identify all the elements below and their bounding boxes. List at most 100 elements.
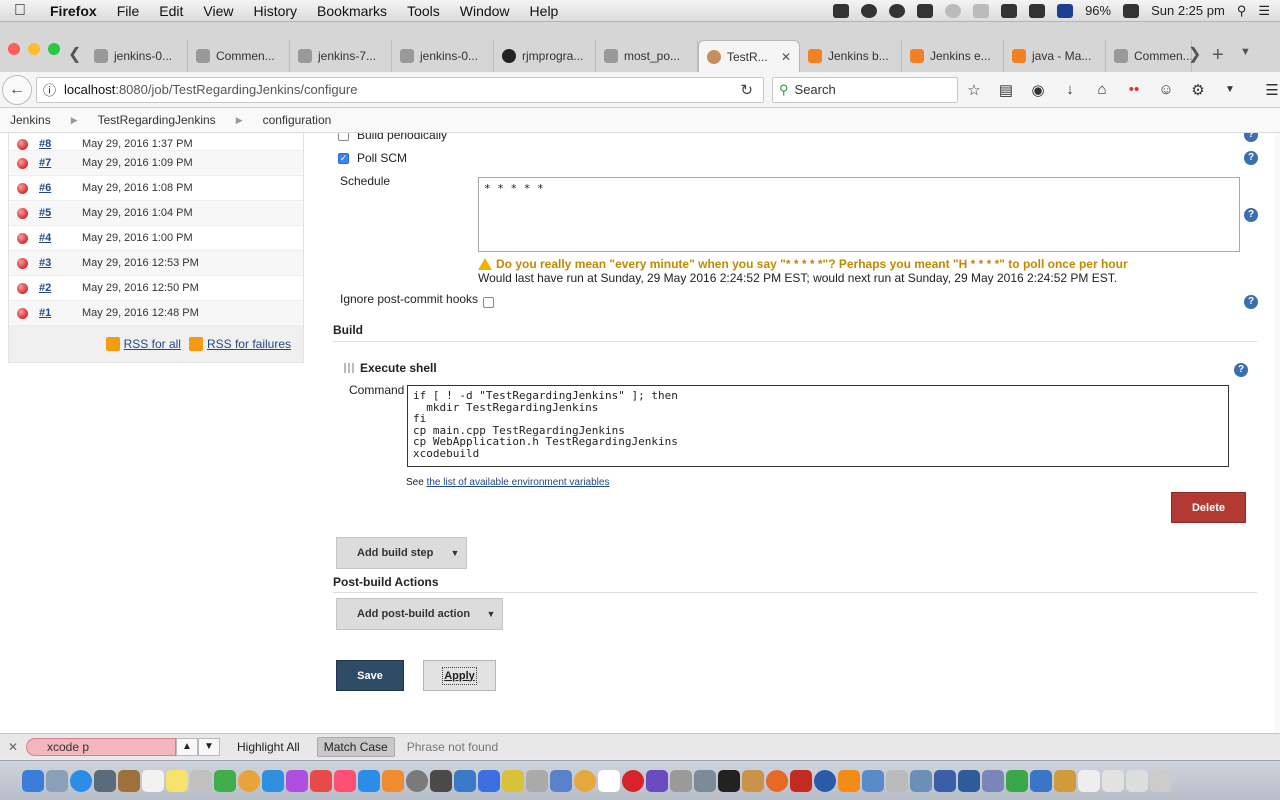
launchpad-icon[interactable] [46,769,68,792]
apple-menu-icon[interactable]:  [0,2,40,20]
rss-icon[interactable] [188,337,203,351]
home-icon[interactable]: ⌂ [1092,81,1112,98]
downloads-icon[interactable]: ↓ [1060,81,1080,98]
clock[interactable]: Sun 2:25 pm [1151,3,1225,18]
reload-icon[interactable]: ↻ [740,81,763,99]
airplay-icon[interactable] [917,3,934,18]
notification-center-icon[interactable]: ☰ [1258,3,1270,19]
tab-active[interactable]: TestR... ✕ [698,40,800,72]
build-date[interactable]: May 29, 2016 12:53 PM [70,257,199,269]
env-vars-link[interactable]: the list of available environment variab… [427,477,610,488]
site-info-icon[interactable]: ⓘ [43,80,56,99]
menu-window[interactable]: Window [450,3,520,19]
build-date[interactable]: May 29, 2016 1:00 PM [70,232,193,244]
url-bar[interactable]: ⓘ localhost:8080/job/TestRegardingJenkin… [36,76,764,103]
app-icon[interactable] [934,769,956,792]
menu-firefox[interactable]: Firefox [40,3,107,19]
status-b-icon[interactable] [861,3,878,18]
document-icon[interactable] [1078,769,1100,792]
tab[interactable]: jenkins-0... [392,40,494,72]
pocket-icon[interactable]: ◉ [1028,81,1048,99]
delete-button[interactable]: Delete [1171,492,1246,523]
tab-list-icon[interactable]: ▼ [1240,46,1251,58]
highlight-all-toggle[interactable]: Highlight All [230,737,307,757]
hamburger-menu-icon[interactable]: ☰ [1262,81,1280,99]
match-case-toggle[interactable]: Match Case [316,736,395,757]
tab[interactable]: Jenkins e... [902,40,1004,72]
xcode-icon[interactable] [454,769,476,792]
menu-history[interactable]: History [243,3,307,19]
save-button[interactable]: Save [336,660,404,691]
apply-button[interactable]: Apply [423,660,496,691]
command-textarea[interactable]: if [ ! -d "TestRegardingJenkins" ]; then… [407,385,1229,467]
help-icon[interactable]: ? [1244,151,1258,165]
rss-all-link[interactable]: RSS for all [124,337,181,351]
time-machine-icon[interactable] [945,3,962,18]
new-tab-icon[interactable]: + [1212,44,1224,67]
breadcrumb-job[interactable]: TestRegardingJenkins [88,113,226,127]
filezilla-icon[interactable] [790,769,812,792]
menu-view[interactable]: View [193,3,243,19]
add-build-step-button[interactable]: Add build step ▼ [336,537,467,569]
rss-failures-link[interactable]: RSS for failures [207,337,291,351]
document-icon[interactable] [1126,769,1148,792]
build-number-link[interactable]: #3 [28,257,70,269]
facetime-icon[interactable] [262,769,284,792]
terminal-icon[interactable] [718,769,740,792]
app-icon[interactable] [910,769,932,792]
help-icon[interactable]: ? [1244,133,1258,142]
opera-icon[interactable] [622,769,644,792]
page-scrollbar[interactable] [1274,133,1280,733]
bookmark-star-icon[interactable]: ☆ [964,81,984,99]
build-number-link[interactable]: #1 [28,307,70,319]
messages-icon[interactable] [214,769,236,792]
ibooks-icon[interactable] [382,769,404,792]
app-icon[interactable] [694,769,716,792]
build-date[interactable]: May 29, 2016 1:08 PM [70,182,193,194]
build-number-link[interactable]: #2 [28,282,70,294]
filezilla-icon[interactable] [478,769,500,792]
spotlight-icon[interactable]: ⚲ [1237,3,1247,19]
bluetooth-icon[interactable] [973,3,990,18]
battery-icon[interactable] [1123,3,1140,18]
tab[interactable]: jenkins-0... [86,40,188,72]
tab[interactable]: java - Ma... [1004,40,1106,72]
utility-icon[interactable] [430,769,452,792]
build-periodically-checkbox[interactable] [338,133,349,141]
app-icon[interactable] [862,769,884,792]
menu-help[interactable]: Help [520,3,569,19]
status-record-icon[interactable] [889,3,906,18]
photo-booth-icon[interactable] [310,769,332,792]
menu-file[interactable]: File [107,3,150,19]
menu-dropdown-icon[interactable]: ▼ [1220,84,1240,95]
app-icon[interactable] [958,769,980,792]
tab[interactable]: most_po... [596,40,698,72]
close-window-button[interactable] [8,43,20,55]
find-input[interactable]: xcode p [26,737,176,756]
app-icon[interactable] [526,769,548,792]
extension-icon[interactable]: ⚙ [1188,81,1208,99]
app-icon[interactable] [1030,769,1052,792]
app-icon[interactable] [550,769,572,792]
notes-icon[interactable] [166,769,188,792]
build-number-link[interactable]: #5 [28,207,70,219]
itunes-icon[interactable] [334,769,356,792]
breadcrumb-jenkins[interactable]: Jenkins [0,113,61,127]
breadcrumb-separator-icon[interactable]: ▶ [226,115,253,126]
flag-icon[interactable] [1057,3,1074,18]
help-icon[interactable]: ? [1234,363,1248,377]
schedule-textarea[interactable]: * * * * * [478,177,1240,252]
status-app-icon[interactable] [833,3,850,18]
extension-dots-icon[interactable]: •• [1124,81,1144,98]
build-date[interactable]: May 29, 2016 12:48 PM [70,307,199,319]
zoom-window-button[interactable] [48,43,60,55]
close-find-icon[interactable]: ✕ [0,740,26,754]
find-next-icon[interactable]: ▼ [198,737,220,756]
menu-bookmarks[interactable]: Bookmarks [307,3,397,19]
help-icon[interactable]: ? [1244,295,1258,309]
breadcrumb-separator-icon[interactable]: ▶ [61,115,88,126]
system-preferences-icon[interactable] [406,769,428,792]
breadcrumb-configuration[interactable]: configuration [253,113,342,127]
back-button[interactable]: ← [2,74,32,105]
build-date[interactable]: May 29, 2016 1:04 PM [70,207,193,219]
